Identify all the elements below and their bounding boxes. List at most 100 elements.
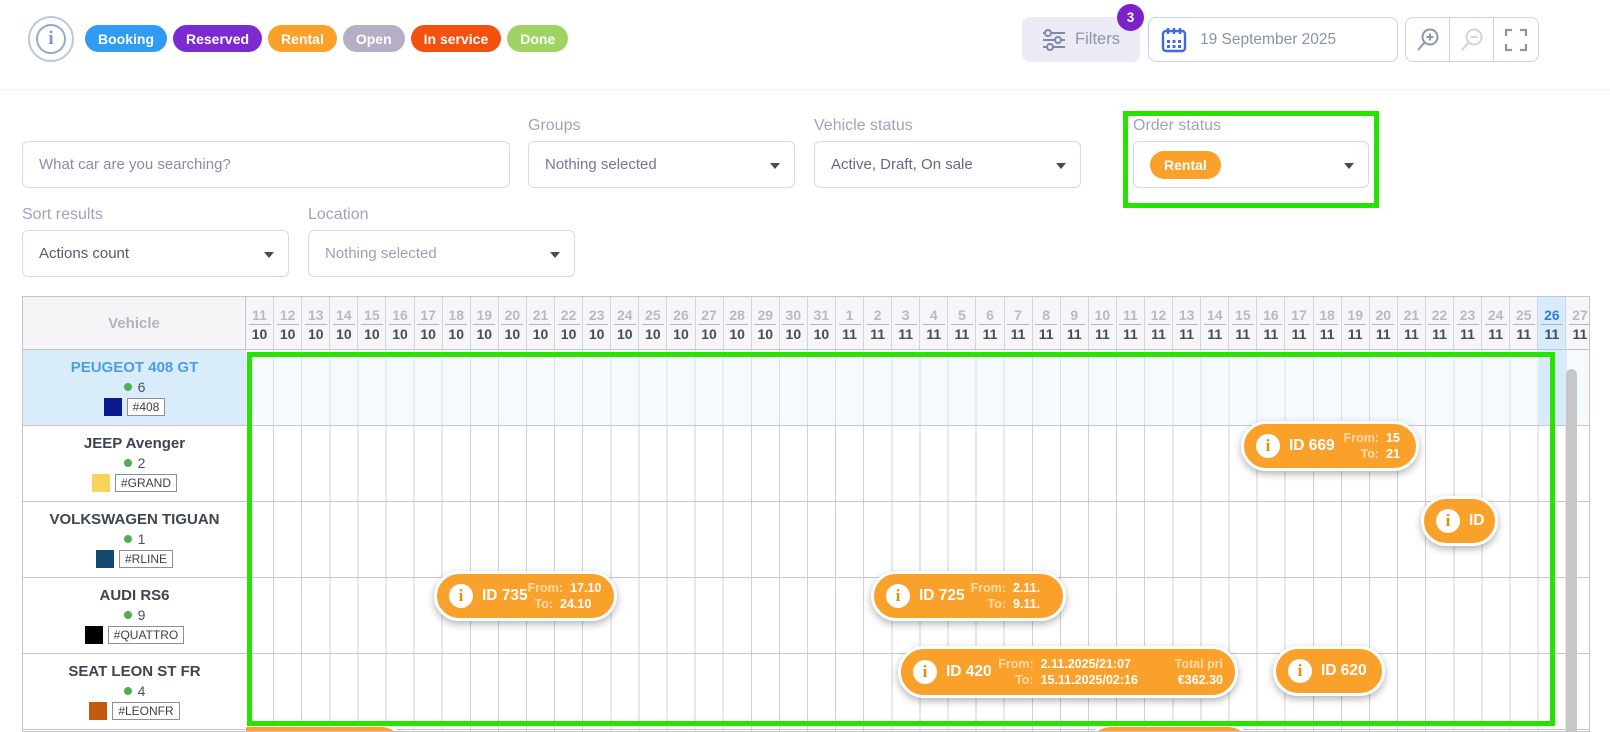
vehicle-row-grand[interactable]: JEEP Avenger2#GRAND: [23, 426, 246, 502]
booking-pill-id[interactable]: iID: [1421, 496, 1498, 546]
date-month: 11: [1292, 326, 1307, 343]
date-column-25-10: 2510: [639, 297, 667, 349]
vehicle-status-select[interactable]: Active, Draft, On sale: [814, 141, 1081, 188]
booking-from-value: 2.11.: [1013, 581, 1051, 596]
gantt-chart-area: iID 669From:15To:21iIDiID 735From:17.10T…: [246, 350, 1589, 731]
chevron-down-icon: [264, 252, 274, 258]
vehicle-action-count: 2: [124, 455, 146, 471]
date-month: 10: [252, 326, 268, 343]
date-day: 22: [558, 307, 580, 325]
date-month: 11: [1207, 326, 1222, 343]
date-column-17-11: 1711: [1285, 297, 1313, 349]
date-day: 10: [1091, 307, 1113, 325]
top-bar: i BookingReservedRentalOpenIn serviceDon…: [0, 0, 1610, 90]
date-day: 12: [277, 307, 299, 325]
date-column-18-11: 1811: [1314, 297, 1342, 349]
sliders-icon: [1042, 29, 1066, 51]
date-column-28-10: 2810: [724, 297, 752, 349]
date-column-9-11: 911: [1061, 297, 1089, 349]
groups-label: Groups: [528, 117, 580, 135]
gantt-header: Vehicle 11101210131014101510161017101810…: [23, 297, 1589, 350]
date-day: 21: [529, 307, 551, 325]
legend-badge-booking[interactable]: Booking: [85, 25, 167, 52]
booking-pill-id-735[interactable]: iID 735From:17.10To:24.10: [434, 571, 617, 621]
booking-from-label: From:: [971, 581, 1006, 596]
fullscreen-button[interactable]: [1494, 18, 1538, 61]
date-day: 23: [1457, 307, 1479, 325]
date-column-27-11: 2711: [1566, 297, 1590, 349]
date-column-5-11: 511: [948, 297, 976, 349]
date-month: 10: [336, 326, 352, 343]
vehicle-count-value: 4: [138, 683, 146, 699]
date-day: 19: [473, 307, 495, 325]
vertical-scrollbar[interactable]: [1566, 369, 1577, 732]
date-column-13-10: 1310: [302, 297, 330, 349]
vehicle-row-quattro[interactable]: AUDI RS69#QUATTRO: [23, 578, 246, 654]
booking-to-label: To:: [1015, 673, 1034, 688]
location-select[interactable]: Nothing selected: [308, 230, 575, 277]
status-dot-icon: [124, 611, 132, 619]
zoom-out-button[interactable]: [1450, 18, 1494, 61]
legend-badge-rental[interactable]: Rental: [268, 25, 337, 52]
booking-pill-id-620[interactable]: iID 620: [1273, 646, 1385, 696]
legend-badge-in-service[interactable]: In service: [411, 25, 502, 52]
booking-from-label: From:: [998, 657, 1033, 672]
booking-pill-partial[interactable]: From:7.10.2025/2To:15.10.2025: [246, 724, 406, 731]
date-month: 10: [814, 326, 830, 343]
date-month: 10: [729, 326, 745, 343]
legend-badge-reserved[interactable]: Reserved: [173, 25, 262, 52]
vehicle-row-leonfr[interactable]: SEAT LEON ST FR4#LEONFR: [23, 654, 246, 730]
vehicle-search-input[interactable]: [23, 142, 509, 187]
legend-badge-done[interactable]: Done: [507, 25, 568, 52]
date-day: 23: [586, 307, 608, 325]
date-picker[interactable]: 19 September 2025: [1148, 17, 1398, 62]
booking-to-label: To:: [987, 597, 1006, 612]
vehicle-row-408[interactable]: PEUGEOT 408 GT6#408: [23, 350, 246, 426]
booking-pill-id-421[interactable]: iID 421From:9.11.To:16.11: [1086, 724, 1253, 731]
booking-pill-id-420[interactable]: iID 420From:2.11.2025/21:07To:15.11.2025…: [898, 646, 1238, 698]
date-day: 18: [445, 307, 467, 325]
date-day: 19: [1344, 307, 1366, 325]
legend-badge-open[interactable]: Open: [343, 25, 405, 52]
date-month: 11: [1264, 326, 1279, 343]
date-month: 11: [1516, 326, 1531, 343]
booking-pill-id-725[interactable]: iID 725From:2.11.To:9.11.: [871, 571, 1066, 621]
date-day: 2: [867, 307, 889, 325]
sort-results-select[interactable]: Actions count: [22, 230, 289, 277]
vehicle-tag-line: #408: [104, 398, 166, 416]
order-status-select[interactable]: Rental: [1133, 141, 1369, 188]
date-column-21-11: 2111: [1398, 297, 1426, 349]
date-month: 11: [898, 326, 913, 343]
vehicle-color-swatch: [92, 474, 110, 492]
date-column-26-11: 2611: [1538, 297, 1566, 349]
date-day: 14: [333, 307, 355, 325]
vehicle-status-label: Vehicle status: [814, 117, 913, 135]
date-column-27-10: 2710: [696, 297, 724, 349]
date-month: 11: [1573, 326, 1588, 343]
vehicle-tag-line: #LEONFR: [89, 702, 179, 720]
vehicle-row-rline[interactable]: VOLKSWAGEN TIGUAN1#RLINE: [23, 502, 246, 578]
booking-pill-id-669[interactable]: iID 669From:15To:21: [1241, 421, 1419, 471]
date-month: 10: [364, 326, 380, 343]
date-column-29-10: 2910: [752, 297, 780, 349]
groups-select[interactable]: Nothing selected: [528, 141, 795, 188]
date-day: 15: [1232, 307, 1254, 325]
vehicle-column: PEUGEOT 408 GT6#408JEEP Avenger2#GRANDVO…: [23, 350, 246, 731]
info-icon: i: [449, 584, 473, 608]
booking-to: To:21: [1344, 447, 1404, 462]
location-label: Location: [308, 206, 369, 224]
vehicle-name: JEEP Avenger: [84, 435, 185, 452]
booking-to-label: To:: [1360, 447, 1379, 462]
booking-from-value: 15: [1386, 431, 1404, 446]
date-column-16-10: 1610: [386, 297, 414, 349]
vehicle-color-swatch: [96, 550, 114, 568]
info-button[interactable]: i: [28, 16, 74, 62]
date-day: 31: [810, 307, 832, 325]
date-column-24-11: 2411: [1482, 297, 1510, 349]
date-column-26-10: 2610: [667, 297, 695, 349]
zoom-in-button[interactable]: [1406, 18, 1450, 61]
date-month: 11: [1095, 326, 1110, 343]
vehicle-column-header: Vehicle: [23, 297, 246, 349]
booking-from: From: 2.11.: [971, 581, 1051, 596]
date-column-20-10: 2010: [499, 297, 527, 349]
